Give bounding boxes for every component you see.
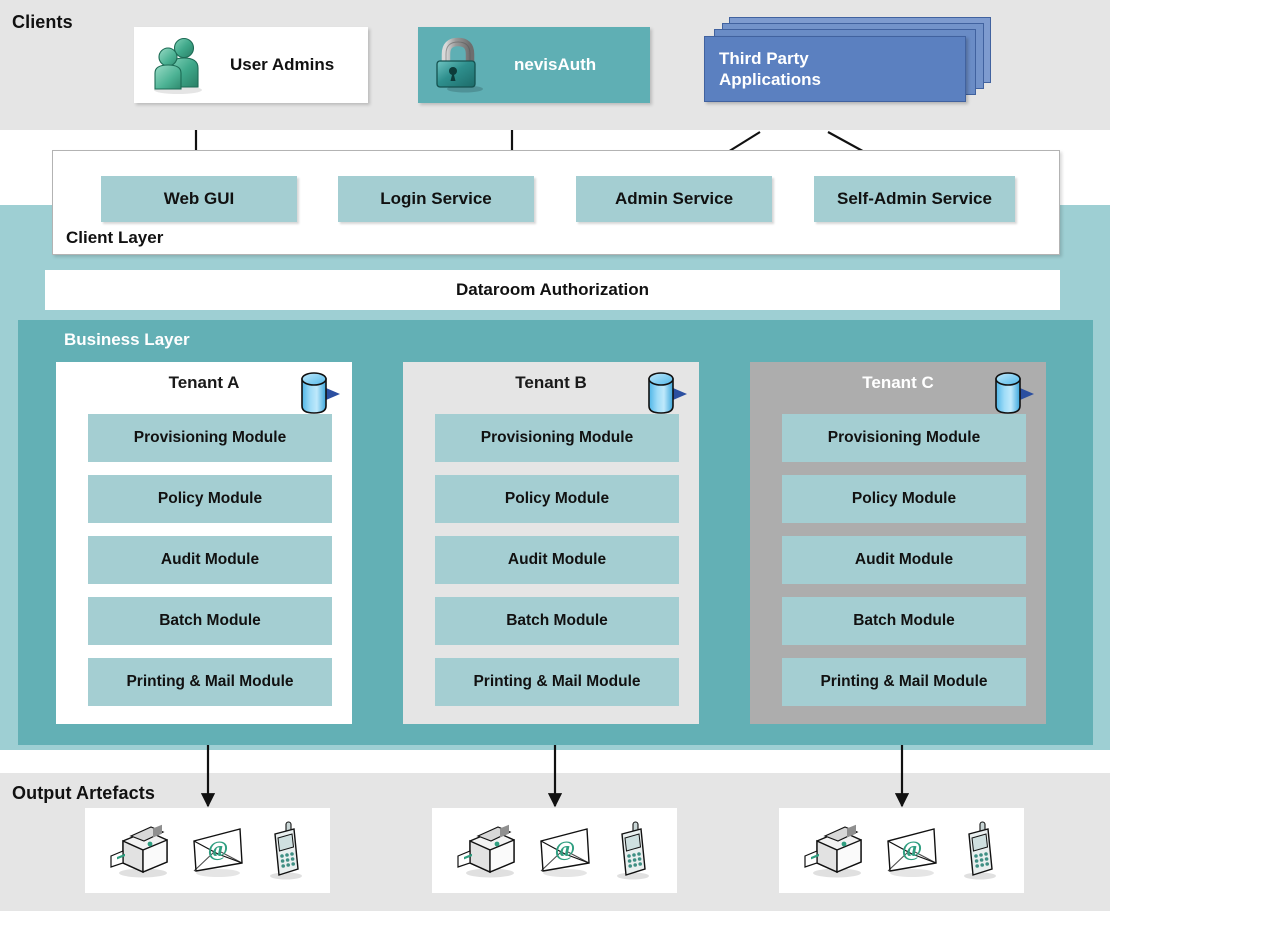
output-artefacts-group-a[interactable]: @ <box>85 808 330 893</box>
module-label: Batch Module <box>159 612 261 629</box>
mobile-phone-icon <box>958 820 1002 882</box>
client-layer-title: Client Layer <box>66 228 164 247</box>
tenant-b-module-audit[interactable]: Audit Module <box>435 536 679 584</box>
svg-text:@: @ <box>555 836 575 861</box>
printer-icon <box>107 821 173 881</box>
business-layer-container: Business Layer Tenant A Provisioning Mod… <box>18 320 1093 745</box>
tenant-a-module-provisioning[interactable]: Provisioning Module <box>88 414 332 462</box>
tenant-c-module-batch[interactable]: Batch Module <box>782 597 1026 645</box>
database-cylinder-icon <box>990 370 1038 416</box>
output-artefacts-group-b[interactable]: @ <box>432 808 677 893</box>
tenant-b-module-printing-mail[interactable]: Printing & Mail Module <box>435 658 679 706</box>
tenant-b[interactable]: Tenant B Provisioning Module Policy Modu… <box>403 362 699 724</box>
tenant-c-module-printing-mail[interactable]: Printing & Mail Module <box>782 658 1026 706</box>
module-label: Audit Module <box>160 551 260 568</box>
printer-icon <box>454 821 520 881</box>
service-self-admin-service[interactable]: Self-Admin Service <box>814 176 1015 222</box>
client-layer-container: Client Layer Web GUI Login Service Admin… <box>52 150 1060 255</box>
service-admin-service[interactable]: Admin Service <box>576 176 772 222</box>
tenant-c-module-policy[interactable]: Policy Module <box>782 475 1026 523</box>
service-login-service[interactable]: Login Service <box>338 176 534 222</box>
dataroom-authorization-box[interactable]: Dataroom Authorization <box>45 270 1060 310</box>
service-web-gui-label: Web GUI <box>163 189 235 208</box>
dataroom-authorization-label: Dataroom Authorization <box>456 280 649 299</box>
tenant-b-module-batch[interactable]: Batch Module <box>435 597 679 645</box>
module-label: Policy Module <box>157 490 263 507</box>
service-self-admin-service-label: Self-Admin Service <box>837 189 992 208</box>
architecture-diagram: Clients Output Artefacts User Admins nev… <box>0 0 1267 948</box>
mobile-phone-icon <box>611 820 655 882</box>
module-label: Audit Module <box>507 551 607 568</box>
service-admin-service-label: Admin Service <box>614 189 734 208</box>
module-label: Printing & Mail Module <box>473 673 641 690</box>
service-login-service-label: Login Service <box>380 189 492 208</box>
tenant-a-module-policy[interactable]: Policy Module <box>88 475 332 523</box>
email-envelope-icon: @ <box>188 821 248 881</box>
output-artefacts-group-c[interactable]: @ <box>779 808 1024 893</box>
module-label: Printing & Mail Module <box>126 673 294 690</box>
tenant-c[interactable]: Tenant C Provisioning Module Policy Modu… <box>750 362 1046 724</box>
module-label: Batch Module <box>853 612 955 629</box>
module-label: Policy Module <box>851 490 957 507</box>
tenant-a-module-printing-mail[interactable]: Printing & Mail Module <box>88 658 332 706</box>
tenant-c-module-provisioning[interactable]: Provisioning Module <box>782 414 1026 462</box>
database-cylinder-icon <box>296 370 344 416</box>
module-label: Policy Module <box>504 490 610 507</box>
mobile-phone-icon <box>264 820 308 882</box>
tenant-c-module-audit[interactable]: Audit Module <box>782 536 1026 584</box>
business-layer-title: Business Layer <box>64 330 190 349</box>
tenant-b-module-policy[interactable]: Policy Module <box>435 475 679 523</box>
module-label: Provisioning Module <box>480 429 634 446</box>
svg-text:@: @ <box>902 836 922 861</box>
printer-icon <box>801 821 867 881</box>
tenant-a-module-audit[interactable]: Audit Module <box>88 536 332 584</box>
tenant-b-module-provisioning[interactable]: Provisioning Module <box>435 414 679 462</box>
module-label: Audit Module <box>854 551 954 568</box>
tenant-a[interactable]: Tenant A Provisioning Module Policy Modu… <box>56 362 352 724</box>
email-envelope-icon: @ <box>535 821 595 881</box>
service-web-gui[interactable]: Web GUI <box>101 176 297 222</box>
module-label: Printing & Mail Module <box>820 673 988 690</box>
email-envelope-icon: @ <box>882 821 942 881</box>
tenant-a-module-batch[interactable]: Batch Module <box>88 597 332 645</box>
module-label: Provisioning Module <box>133 429 287 446</box>
module-label: Batch Module <box>506 612 608 629</box>
module-label: Provisioning Module <box>827 429 981 446</box>
database-cylinder-icon <box>643 370 691 416</box>
svg-text:@: @ <box>208 836 228 861</box>
